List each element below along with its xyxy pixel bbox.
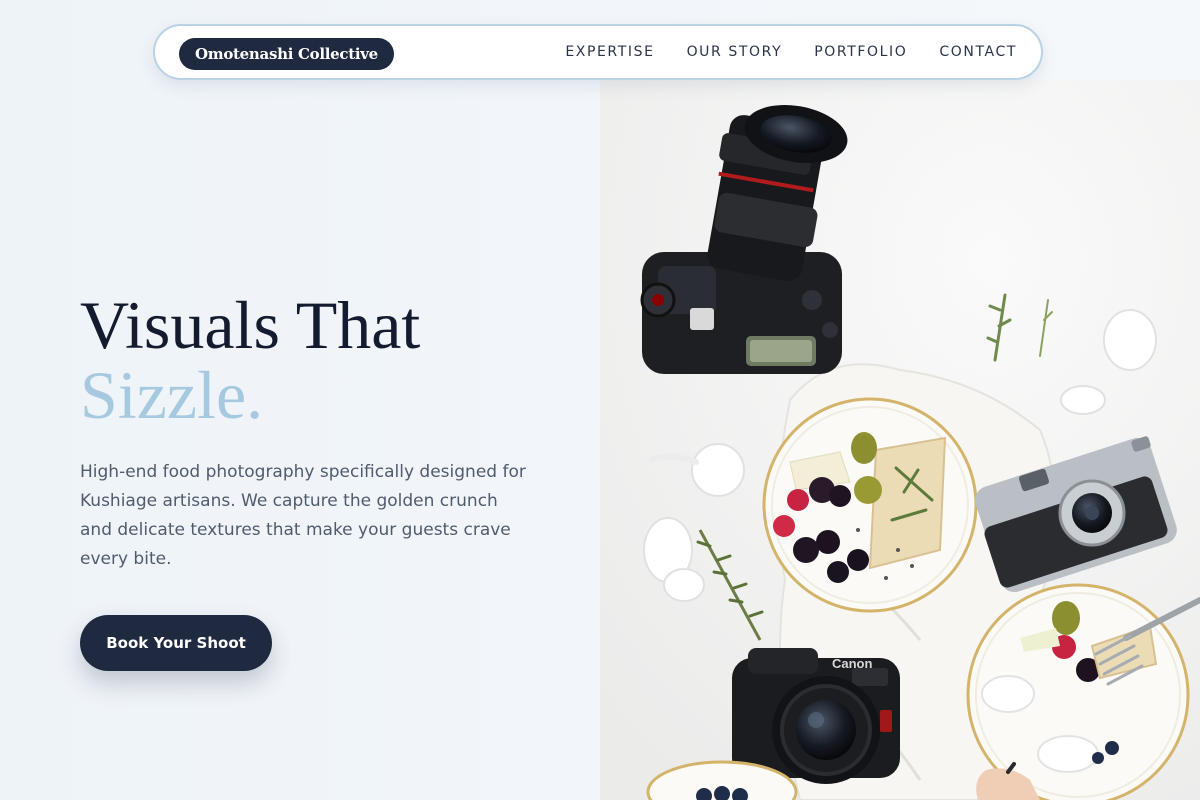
hero-description: High-end food photography specifically d… <box>80 462 526 569</box>
top-navigation: Omotenashi Collective EXPERTISE OUR STOR… <box>153 24 1043 80</box>
plate-icon <box>762 397 978 613</box>
page: Omotenashi Collective EXPERTISE OUR STOR… <box>0 0 1200 800</box>
nav-link-our-story[interactable]: OUR STORY <box>687 44 783 60</box>
nav-link-expertise[interactable]: EXPERTISE <box>565 44 654 60</box>
hero-headline: Visuals That Sizzle. <box>80 290 550 430</box>
hero-section: Visuals That Sizzle. High-end food photo… <box>80 290 550 574</box>
brand-logo[interactable]: Omotenashi Collective <box>179 38 394 70</box>
camera-icon: Canon <box>732 648 900 784</box>
headline-line-2: Sizzle. <box>80 357 264 433</box>
nav-link-portfolio[interactable]: PORTFOLIO <box>814 44 907 60</box>
nav-link-contact[interactable]: CONTACT <box>939 44 1017 60</box>
plate-icon <box>966 583 1190 800</box>
nav-links: EXPERTISE OUR STORY PORTFOLIO CONTACT <box>565 26 1017 78</box>
headline-line-1: Visuals That <box>80 287 421 363</box>
book-shoot-button[interactable]: Book Your Shoot <box>80 615 272 671</box>
hero-photo: Canon <box>600 80 1200 800</box>
camera-brand-label: Canon <box>832 656 873 671</box>
